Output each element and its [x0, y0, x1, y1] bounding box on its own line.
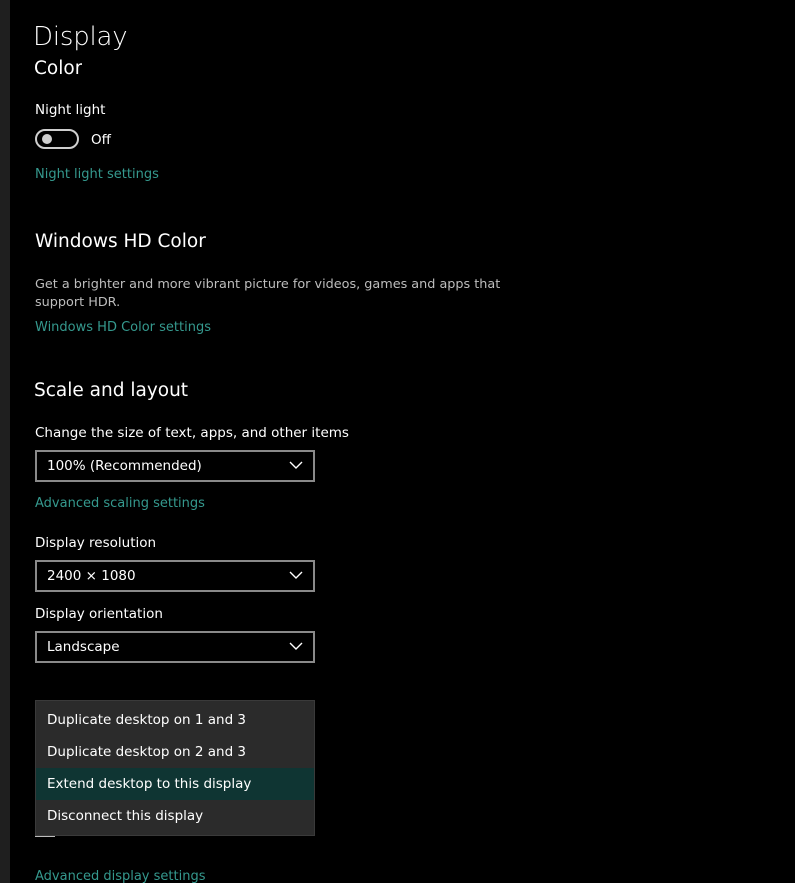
night-light-state: Off: [91, 132, 111, 148]
settings-window: Display Color Night light Off Night ligh…: [0, 0, 795, 883]
multiple-displays-menu: Duplicate desktop on 1 and 3 Duplicate d…: [35, 700, 315, 836]
night-light-toggle[interactable]: [35, 129, 79, 149]
chevron-down-icon: [289, 642, 303, 650]
hd-color-description: Get a brighter and more vibrant picture …: [35, 277, 501, 310]
scale-layout-heading: Scale and layout: [34, 380, 189, 401]
toggle-knob: [42, 134, 52, 144]
color-section-title: Color: [34, 58, 83, 77]
checkbox-edge: [35, 836, 55, 837]
hd-color-settings-link[interactable]: Windows HD Color settings: [35, 320, 211, 335]
advanced-display-settings-link[interactable]: Advanced display settings: [35, 869, 205, 883]
resolution-dropdown[interactable]: 2400 × 1080: [35, 560, 315, 592]
orientation-value: Landscape: [47, 639, 120, 655]
menu-item-disconnect[interactable]: Disconnect this display: [36, 800, 314, 832]
menu-item-duplicate-1-3[interactable]: Duplicate desktop on 1 and 3: [36, 704, 314, 736]
advanced-scaling-link[interactable]: Advanced scaling settings: [35, 496, 205, 511]
page-title: Display: [33, 22, 128, 52]
chevron-down-icon: [289, 571, 303, 579]
night-light-label: Night light: [35, 102, 106, 118]
scale-value: 100% (Recommended): [47, 458, 202, 474]
resolution-label: Display resolution: [35, 535, 157, 551]
resolution-value: 2400 × 1080: [47, 568, 136, 584]
orientation-dropdown[interactable]: Landscape: [35, 631, 315, 663]
menu-item-duplicate-2-3[interactable]: Duplicate desktop on 2 and 3: [36, 736, 314, 768]
chevron-down-icon: [289, 461, 303, 469]
orientation-label: Display orientation: [35, 606, 163, 622]
night-light-settings-link[interactable]: Night light settings: [35, 167, 159, 182]
hd-color-heading: Windows HD Color: [35, 231, 206, 252]
scale-dropdown[interactable]: 100% (Recommended): [35, 450, 315, 482]
scale-label: Change the size of text, apps, and other…: [35, 425, 349, 441]
menu-item-extend-desktop[interactable]: Extend desktop to this display: [36, 768, 314, 800]
left-edge-bar: [0, 0, 10, 883]
